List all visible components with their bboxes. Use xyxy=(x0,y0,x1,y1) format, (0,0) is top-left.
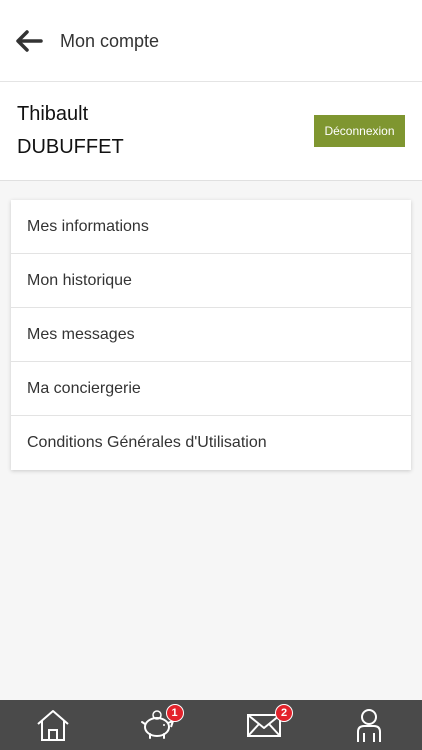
menu-item-informations[interactable]: Mes informations xyxy=(11,200,411,254)
tab-profile[interactable] xyxy=(317,700,422,750)
user-last-name: DUBUFFET xyxy=(17,136,124,158)
menu-item-historique[interactable]: Mon historique xyxy=(11,254,411,308)
home-icon xyxy=(37,710,69,741)
user-icon xyxy=(357,709,382,742)
savings-badge: 1 xyxy=(165,704,184,722)
menu-item-messages[interactable]: Mes messages xyxy=(11,308,411,362)
menu-item-cgu[interactable]: Conditions Générales d'Utilisation xyxy=(11,416,411,470)
back-button[interactable] xyxy=(14,26,44,56)
user-first-name: Thibault xyxy=(17,103,89,125)
bottom-tab-bar: 1 2 xyxy=(0,700,422,750)
account-menu: Mes informations Mon historique Mes mess… xyxy=(11,200,411,470)
tab-messages[interactable]: 2 xyxy=(211,700,317,750)
app-header: Mon compte xyxy=(0,0,422,82)
tab-savings[interactable]: 1 xyxy=(106,700,212,750)
tab-home[interactable] xyxy=(0,700,106,750)
arrow-left-icon xyxy=(16,30,43,52)
menu-item-conciergerie[interactable]: Ma conciergerie xyxy=(11,362,411,416)
page-title: Mon compte xyxy=(60,31,160,51)
logout-button[interactable]: Déconnexion xyxy=(314,115,405,147)
user-profile-section: Thibault DUBUFFET Déconnexion xyxy=(0,82,422,181)
messages-badge: 2 xyxy=(275,704,293,722)
